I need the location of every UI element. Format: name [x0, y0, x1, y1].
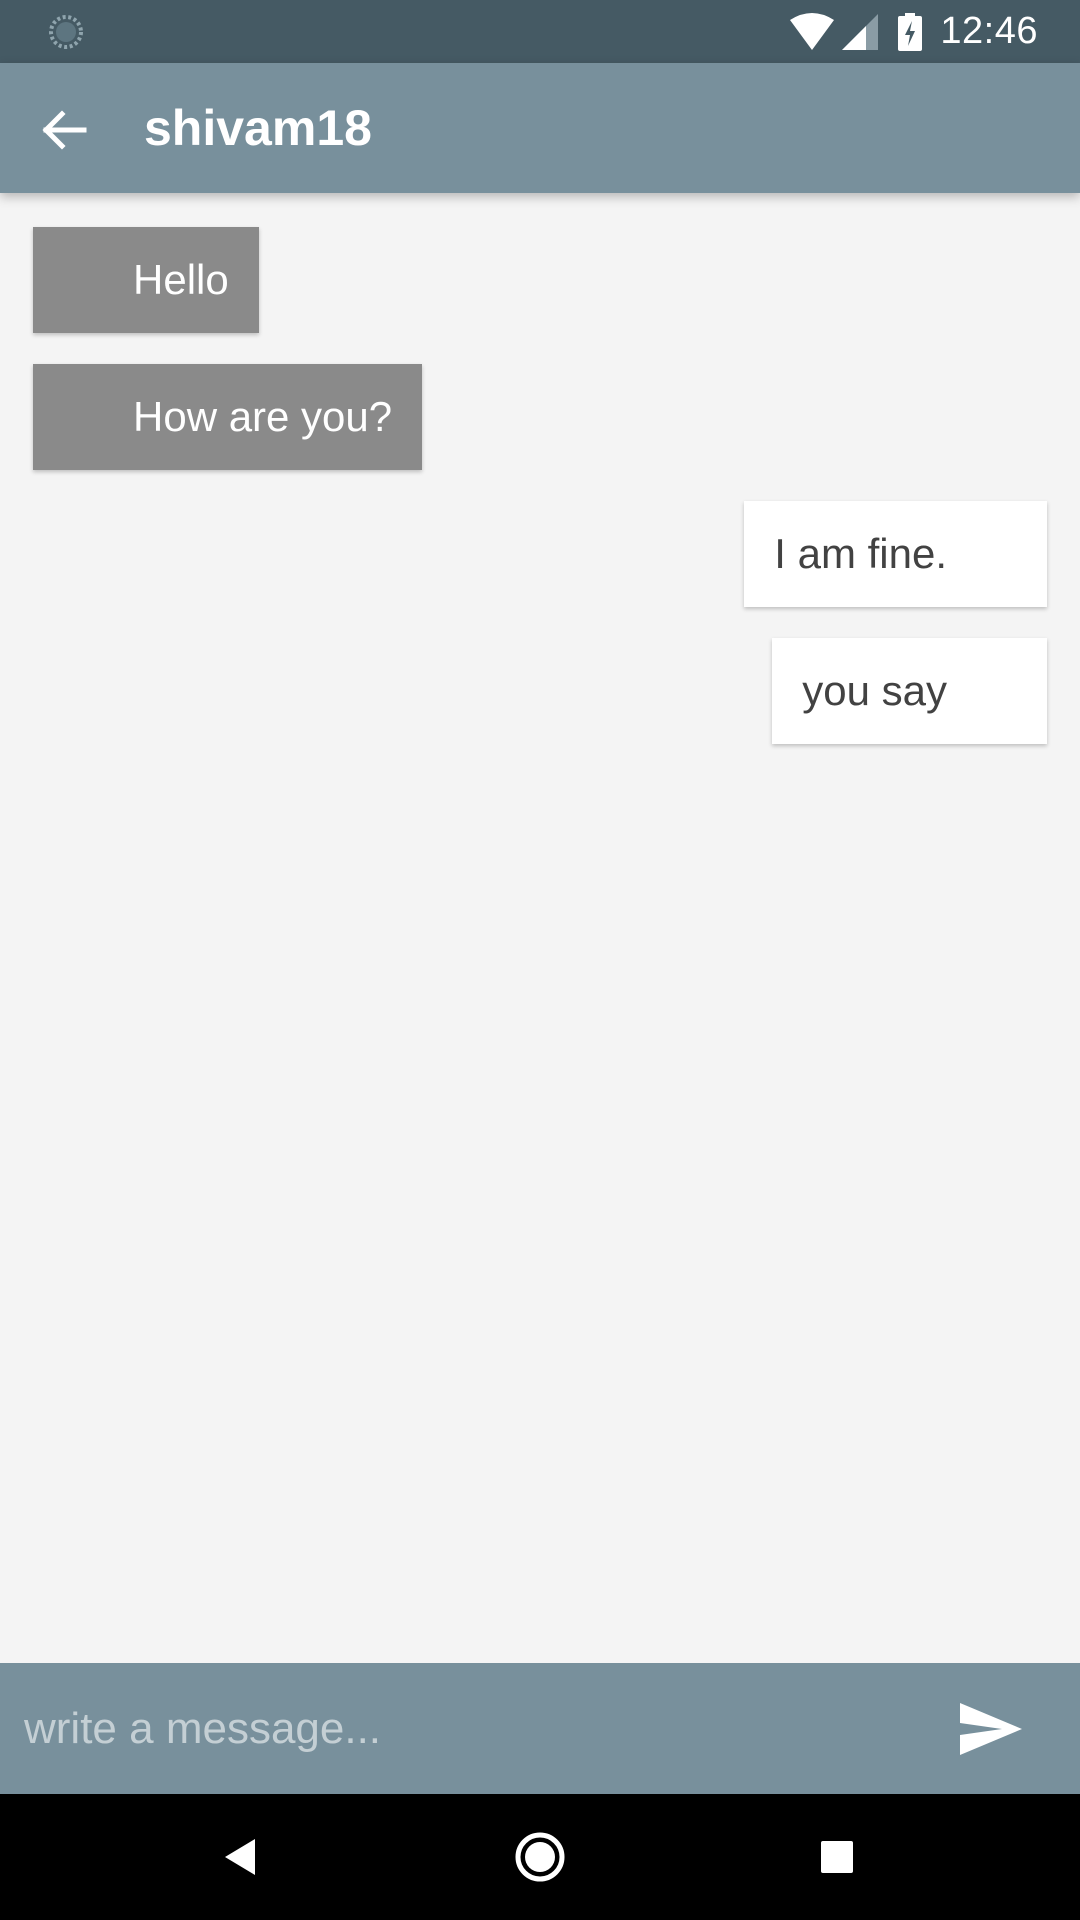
message-bubble-outgoing: you say — [772, 638, 1047, 744]
nav-back-icon — [225, 1839, 255, 1875]
message-bubble-incoming: Hello — [33, 227, 259, 333]
nav-home-icon — [515, 1832, 565, 1882]
composer-bar — [0, 1663, 1080, 1794]
arrow-back-icon — [42, 110, 87, 150]
sync-spinner-icon — [49, 15, 83, 49]
message-bubble-incoming: How are you? — [33, 364, 423, 470]
wifi-icon — [790, 12, 835, 50]
send-button[interactable] — [946, 1687, 1036, 1771]
nav-home-button[interactable] — [508, 1825, 572, 1889]
back-button[interactable] — [28, 94, 100, 166]
status-time: 12:46 — [940, 10, 1038, 52]
app-bar: shivam18 — [0, 63, 1080, 193]
nav-recents-button[interactable] — [805, 1825, 869, 1889]
message-list[interactable]: Hello How are you? I am fine. you say — [0, 193, 1080, 1663]
nav-back-button[interactable] — [209, 1825, 273, 1889]
status-bar: 12:46 — [0, 0, 1080, 63]
send-icon — [960, 1703, 1022, 1755]
signal-icon — [842, 13, 879, 50]
status-icons: 12:46 — [788, 0, 1038, 63]
system-nav-bar — [0, 1794, 1080, 1920]
battery-charging-icon — [898, 12, 923, 51]
message-input[interactable] — [24, 1681, 904, 1776]
message-bubble-outgoing: I am fine. — [744, 501, 1047, 607]
nav-recents-icon — [821, 1841, 853, 1873]
chat-title: shivam18 — [144, 100, 372, 156]
